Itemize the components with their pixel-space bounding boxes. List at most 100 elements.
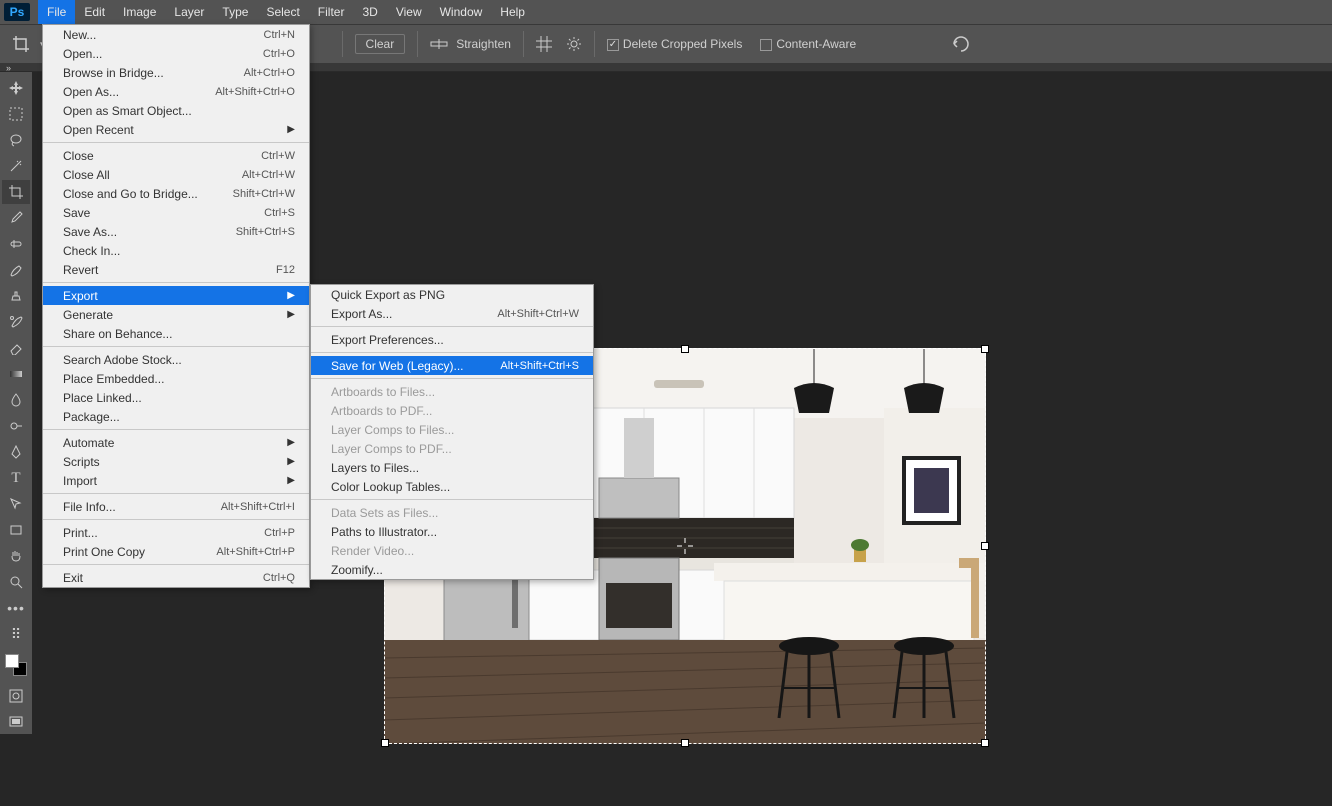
menu-layer[interactable]: Layer [165, 0, 213, 24]
eyedropper-tool[interactable] [2, 206, 30, 230]
menu-item-label: Data Sets as Files... [331, 506, 438, 520]
grid-overlay-icon[interactable] [536, 36, 552, 52]
clone-stamp-tool[interactable] [2, 284, 30, 308]
menu-3d[interactable]: 3D [353, 0, 386, 24]
file-menu-item-save-as[interactable]: Save As...Shift+Ctrl+S [43, 222, 309, 241]
crop-handle-r[interactable] [981, 542, 989, 550]
hand-tool[interactable] [2, 544, 30, 568]
file-menu-item-automate[interactable]: Automate▶ [43, 433, 309, 452]
menu-item-label: Place Linked... [63, 391, 142, 405]
crop-handle-tr[interactable] [981, 345, 989, 353]
file-menu-item-check-in[interactable]: Check In... [43, 241, 309, 260]
menu-window[interactable]: Window [431, 0, 492, 24]
lasso-tool[interactable] [2, 128, 30, 152]
export-menu-item-color-lookup-tables[interactable]: Color Lookup Tables... [311, 477, 593, 496]
type-tool[interactable]: T [2, 466, 30, 490]
menu-file[interactable]: File [38, 0, 75, 24]
crop-handle-b[interactable] [681, 739, 689, 747]
file-menu-item-search-adobe-stock[interactable]: Search Adobe Stock... [43, 350, 309, 369]
menu-help[interactable]: Help [491, 0, 534, 24]
magic-wand-tool[interactable] [2, 154, 30, 178]
blur-tool[interactable] [2, 388, 30, 412]
crop-handle-t[interactable] [681, 345, 689, 353]
straighten-icon[interactable] [430, 37, 448, 51]
export-menu-item-layers-to-files[interactable]: Layers to Files... [311, 458, 593, 477]
export-menu-item-quick-export-as-png[interactable]: Quick Export as PNG [311, 285, 593, 304]
zoom-tool[interactable] [2, 570, 30, 594]
file-menu-item-generate[interactable]: Generate▶ [43, 305, 309, 324]
content-aware-checkbox[interactable]: Content-Aware [760, 37, 856, 51]
export-menu-item-zoomify[interactable]: Zoomify... [311, 560, 593, 579]
export-menu-item-paths-to-illustrator[interactable]: Paths to Illustrator... [311, 522, 593, 541]
clear-button[interactable]: Clear [355, 34, 406, 54]
file-menu-item-place-linked[interactable]: Place Linked... [43, 388, 309, 407]
delete-cropped-checkbox[interactable]: Delete Cropped Pixels [607, 37, 742, 51]
screen-mode-toggle[interactable] [2, 710, 30, 734]
file-menu-item-print-one-copy[interactable]: Print One CopyAlt+Shift+Ctrl+P [43, 542, 309, 561]
pen-tool[interactable] [2, 440, 30, 464]
export-menu-item-export-as[interactable]: Export As...Alt+Shift+Ctrl+W [311, 304, 593, 323]
rectangle-tool[interactable] [2, 518, 30, 542]
brush-tool[interactable] [2, 258, 30, 282]
file-menu-item-open-as[interactable]: Open As...Alt+Shift+Ctrl+O [43, 82, 309, 101]
menu-item-label: Exit [63, 571, 83, 585]
crop-handle-br[interactable] [981, 739, 989, 747]
undo-icon[interactable] [950, 36, 972, 52]
dodge-tool[interactable] [2, 414, 30, 438]
file-menu-item-save[interactable]: SaveCtrl+S [43, 203, 309, 222]
file-menu-item-close-all[interactable]: Close AllAlt+Ctrl+W [43, 165, 309, 184]
menu-view[interactable]: View [387, 0, 431, 24]
expand-tabs-icon[interactable]: » [6, 63, 11, 73]
straighten-label[interactable]: Straighten [456, 37, 511, 51]
file-menu-item-package[interactable]: Package... [43, 407, 309, 426]
file-menu-item-print[interactable]: Print...Ctrl+P [43, 523, 309, 542]
path-selection-tool[interactable] [2, 492, 30, 516]
menu-item-label: Package... [63, 410, 120, 424]
gear-icon[interactable] [566, 36, 582, 52]
file-menu-item-file-info[interactable]: File Info...Alt+Shift+Ctrl+I [43, 497, 309, 516]
export-menu-item-export-preferences[interactable]: Export Preferences... [311, 330, 593, 349]
file-menu-item-open[interactable]: Open...Ctrl+O [43, 44, 309, 63]
file-menu-item-exit[interactable]: ExitCtrl+Q [43, 568, 309, 587]
file-menu-item-share-on-behance[interactable]: Share on Behance... [43, 324, 309, 343]
menu-select[interactable]: Select [257, 0, 308, 24]
file-menu-item-open-recent[interactable]: Open Recent▶ [43, 120, 309, 139]
menu-edit[interactable]: Edit [75, 0, 114, 24]
file-menu-item-new[interactable]: New...Ctrl+N [43, 25, 309, 44]
move-tool[interactable] [2, 76, 30, 100]
gradient-tool[interactable] [2, 362, 30, 386]
menu-item-label: Zoomify... [331, 563, 383, 577]
menu-image[interactable]: Image [114, 0, 165, 24]
menu-item-shortcut: Ctrl+W [261, 150, 295, 162]
menubar: Ps FileEditImageLayerTypeSelectFilter3DV… [0, 0, 1332, 24]
file-menu-item-revert[interactable]: RevertF12 [43, 260, 309, 279]
crop-tool[interactable] [2, 180, 30, 204]
menu-type[interactable]: Type [213, 0, 257, 24]
marquee-tool[interactable] [2, 102, 30, 126]
file-menu-item-place-embedded[interactable]: Place Embedded... [43, 369, 309, 388]
healing-brush-tool[interactable] [2, 232, 30, 256]
menu-filter[interactable]: Filter [309, 0, 354, 24]
edit-toolbar[interactable]: ⠿ [2, 622, 30, 646]
file-menu-item-scripts[interactable]: Scripts▶ [43, 452, 309, 471]
file-menu-item-close-and-go-to-bridge[interactable]: Close and Go to Bridge...Shift+Ctrl+W [43, 184, 309, 203]
quick-mask-toggle[interactable] [2, 684, 30, 708]
history-brush-tool[interactable] [2, 310, 30, 334]
export-menu-item-save-for-web-legacy[interactable]: Save for Web (Legacy)...Alt+Shift+Ctrl+S [311, 356, 593, 375]
divider [594, 31, 595, 57]
more-tools[interactable]: ••• [2, 596, 30, 620]
file-menu-item-browse-in-bridge[interactable]: Browse in Bridge...Alt+Ctrl+O [43, 63, 309, 82]
file-menu-item-close[interactable]: CloseCtrl+W [43, 146, 309, 165]
file-menu-item-import[interactable]: Import▶ [43, 471, 309, 490]
export-menu-separator [311, 352, 593, 353]
submenu-arrow-icon: ▶ [287, 475, 295, 486]
menu-item-shortcut: Alt+Shift+Ctrl+O [215, 86, 295, 98]
file-menu-item-open-as-smart-object[interactable]: Open as Smart Object... [43, 101, 309, 120]
menu-item-label: New... [63, 28, 96, 42]
eraser-tool[interactable] [2, 336, 30, 360]
file-menu-item-export[interactable]: Export▶ [43, 286, 309, 305]
file-menu-separator [43, 519, 309, 520]
menu-item-label: Close and Go to Bridge... [63, 187, 198, 201]
color-swatch[interactable] [5, 654, 27, 676]
crop-handle-bl[interactable] [381, 739, 389, 747]
